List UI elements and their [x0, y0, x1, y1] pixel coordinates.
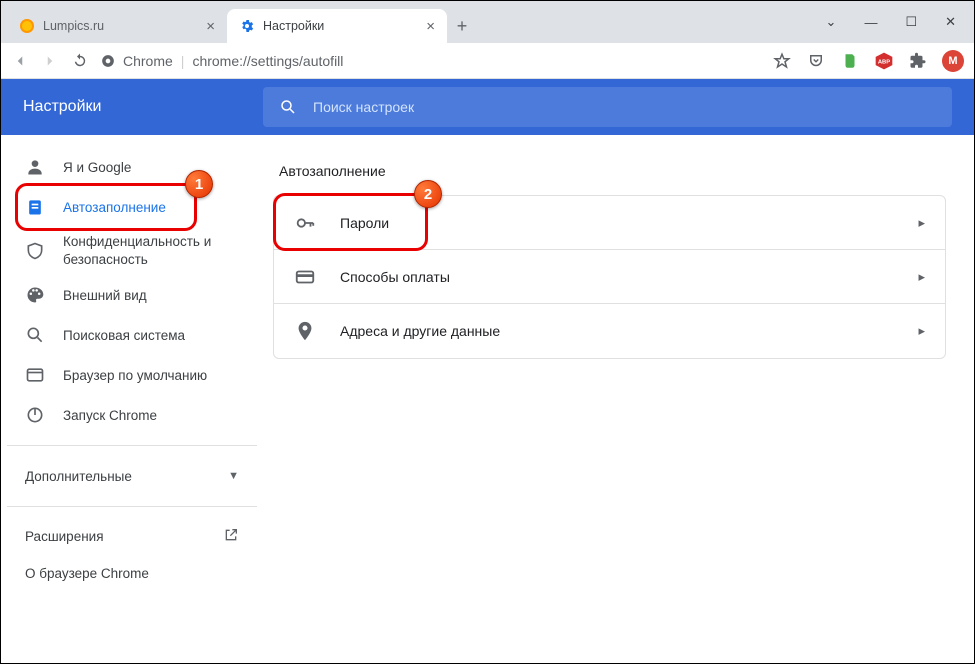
new-tab-button[interactable]: + [447, 9, 477, 43]
row-payment[interactable]: Способы оплаты ▸ [274, 250, 945, 304]
card-icon [294, 266, 316, 288]
star-icon[interactable] [772, 51, 792, 71]
settings-header: Настройки [1, 79, 974, 135]
search-icon [25, 325, 45, 345]
sidebar-item-on-startup[interactable]: Запуск Chrome [7, 395, 257, 435]
close-window-icon[interactable]: ✕ [945, 14, 956, 30]
abp-icon[interactable]: ABP [874, 51, 894, 71]
divider [7, 445, 257, 446]
row-passwords[interactable]: Пароли ▸ [274, 196, 945, 250]
settings-title: Настройки [1, 98, 263, 116]
gear-favicon-icon [239, 18, 255, 34]
maximize-icon[interactable]: ☐ [905, 14, 917, 30]
omnibox-url: chrome://settings/autofill [192, 53, 343, 69]
palette-icon [25, 285, 45, 305]
sidebar-item-label: Дополнительные [25, 469, 132, 484]
sidebar-item-search-engine[interactable]: Поисковая система [7, 315, 257, 355]
location-icon [294, 320, 316, 342]
sidebar-item-privacy[interactable]: Конфиденциальность и безопасность [7, 227, 257, 275]
chevron-down-icon: ▼ [228, 470, 239, 482]
toolbar-actions: ABP M [772, 50, 964, 72]
tab-title: Lumpics.ru [43, 19, 104, 33]
divider [7, 506, 257, 507]
window-titlebar: Lumpics.ru × Настройки × + ⌄ — ☐ ✕ [1, 1, 974, 43]
profile-initial: M [948, 55, 957, 67]
sidebar-item-about[interactable]: О браузере Chrome [7, 556, 257, 591]
browser-tabs: Lumpics.ru × Настройки × + [1, 1, 477, 43]
browser-icon [25, 365, 45, 385]
sidebar-item-appearance[interactable]: Внешний вид [7, 275, 257, 315]
key-icon [294, 212, 316, 234]
search-input[interactable] [313, 99, 936, 115]
sidebar-item-advanced[interactable]: Дополнительные ▼ [7, 456, 257, 496]
sidebar-item-label: Конфиденциальность и безопасность [63, 233, 239, 268]
chevron-down-icon[interactable]: ⌄ [826, 14, 837, 30]
open-external-icon [223, 527, 239, 546]
omnibox-site: Chrome [123, 53, 173, 69]
browser-tab-1[interactable]: Настройки × [227, 9, 447, 43]
section-title: Автозаполнение [279, 163, 946, 179]
sidebar-item-label: Внешний вид [63, 288, 147, 303]
callout-badge-2: 2 [414, 180, 442, 208]
minimize-icon[interactable]: — [864, 15, 877, 30]
settings-sidebar: Я и Google Автозаполнение 1 Конфиденциал… [1, 135, 263, 665]
sidebar-item-default-browser[interactable]: Браузер по умолчанию [7, 355, 257, 395]
window-controls: ⌄ — ☐ ✕ [808, 1, 974, 43]
row-label: Пароли [340, 215, 918, 231]
sidebar-item-label: Браузер по умолчанию [63, 368, 207, 383]
callout-number: 2 [424, 186, 432, 203]
settings-content: Я и Google Автозаполнение 1 Конфиденциал… [1, 135, 974, 665]
chrome-secure-icon [101, 54, 115, 68]
reload-icon[interactable] [71, 52, 89, 70]
orange-favicon-icon [19, 18, 35, 34]
chevron-right-icon: ▸ [918, 215, 925, 231]
omnibox-separator: | [181, 53, 185, 69]
forward-icon[interactable] [41, 52, 59, 70]
profile-avatar[interactable]: M [942, 50, 964, 72]
assignment-icon [25, 197, 45, 217]
sidebar-item-label: Запуск Chrome [63, 408, 157, 423]
svg-text:ABP: ABP [878, 59, 890, 65]
row-label: Адреса и другие данные [340, 323, 918, 339]
extensions-icon[interactable] [908, 51, 928, 71]
evernote-icon[interactable] [840, 51, 860, 71]
close-tab-icon[interactable]: × [206, 18, 215, 35]
autofill-card: Пароли ▸ Способы оплаты ▸ Адреса и други… [273, 195, 946, 359]
sidebar-item-label: Расширения [25, 529, 104, 544]
settings-main: Автозаполнение Пароли ▸ Способы оплаты ▸… [263, 135, 974, 665]
back-icon[interactable] [11, 52, 29, 70]
pocket-icon[interactable] [806, 51, 826, 71]
shield-icon [25, 241, 45, 261]
address-bar[interactable]: Chrome | chrome://settings/autofill [101, 53, 760, 69]
row-label: Способы оплаты [340, 269, 918, 285]
sidebar-item-label: Поисковая система [63, 328, 185, 343]
power-icon [25, 405, 45, 425]
person-icon [25, 157, 45, 177]
sidebar-item-label: Автозаполнение [63, 200, 166, 215]
sidebar-item-label: Я и Google [63, 160, 131, 175]
close-tab-icon[interactable]: × [426, 18, 435, 35]
browser-toolbar: Chrome | chrome://settings/autofill ABP … [1, 43, 974, 79]
sidebar-item-label: О браузере Chrome [25, 566, 149, 581]
browser-tab-0[interactable]: Lumpics.ru × [7, 9, 227, 43]
settings-search[interactable] [263, 87, 952, 127]
tab-title: Настройки [263, 19, 324, 33]
sidebar-item-extensions[interactable]: Расширения [7, 517, 257, 556]
sidebar-item-you-and-google[interactable]: Я и Google [7, 147, 257, 187]
chevron-right-icon: ▸ [918, 323, 925, 339]
row-addresses[interactable]: Адреса и другие данные ▸ [274, 304, 945, 358]
callout-badge-1: 1 [185, 170, 213, 198]
sidebar-item-autofill[interactable]: Автозаполнение [7, 187, 257, 227]
search-icon [279, 98, 297, 116]
callout-number: 1 [195, 176, 203, 193]
chevron-right-icon: ▸ [918, 269, 925, 285]
